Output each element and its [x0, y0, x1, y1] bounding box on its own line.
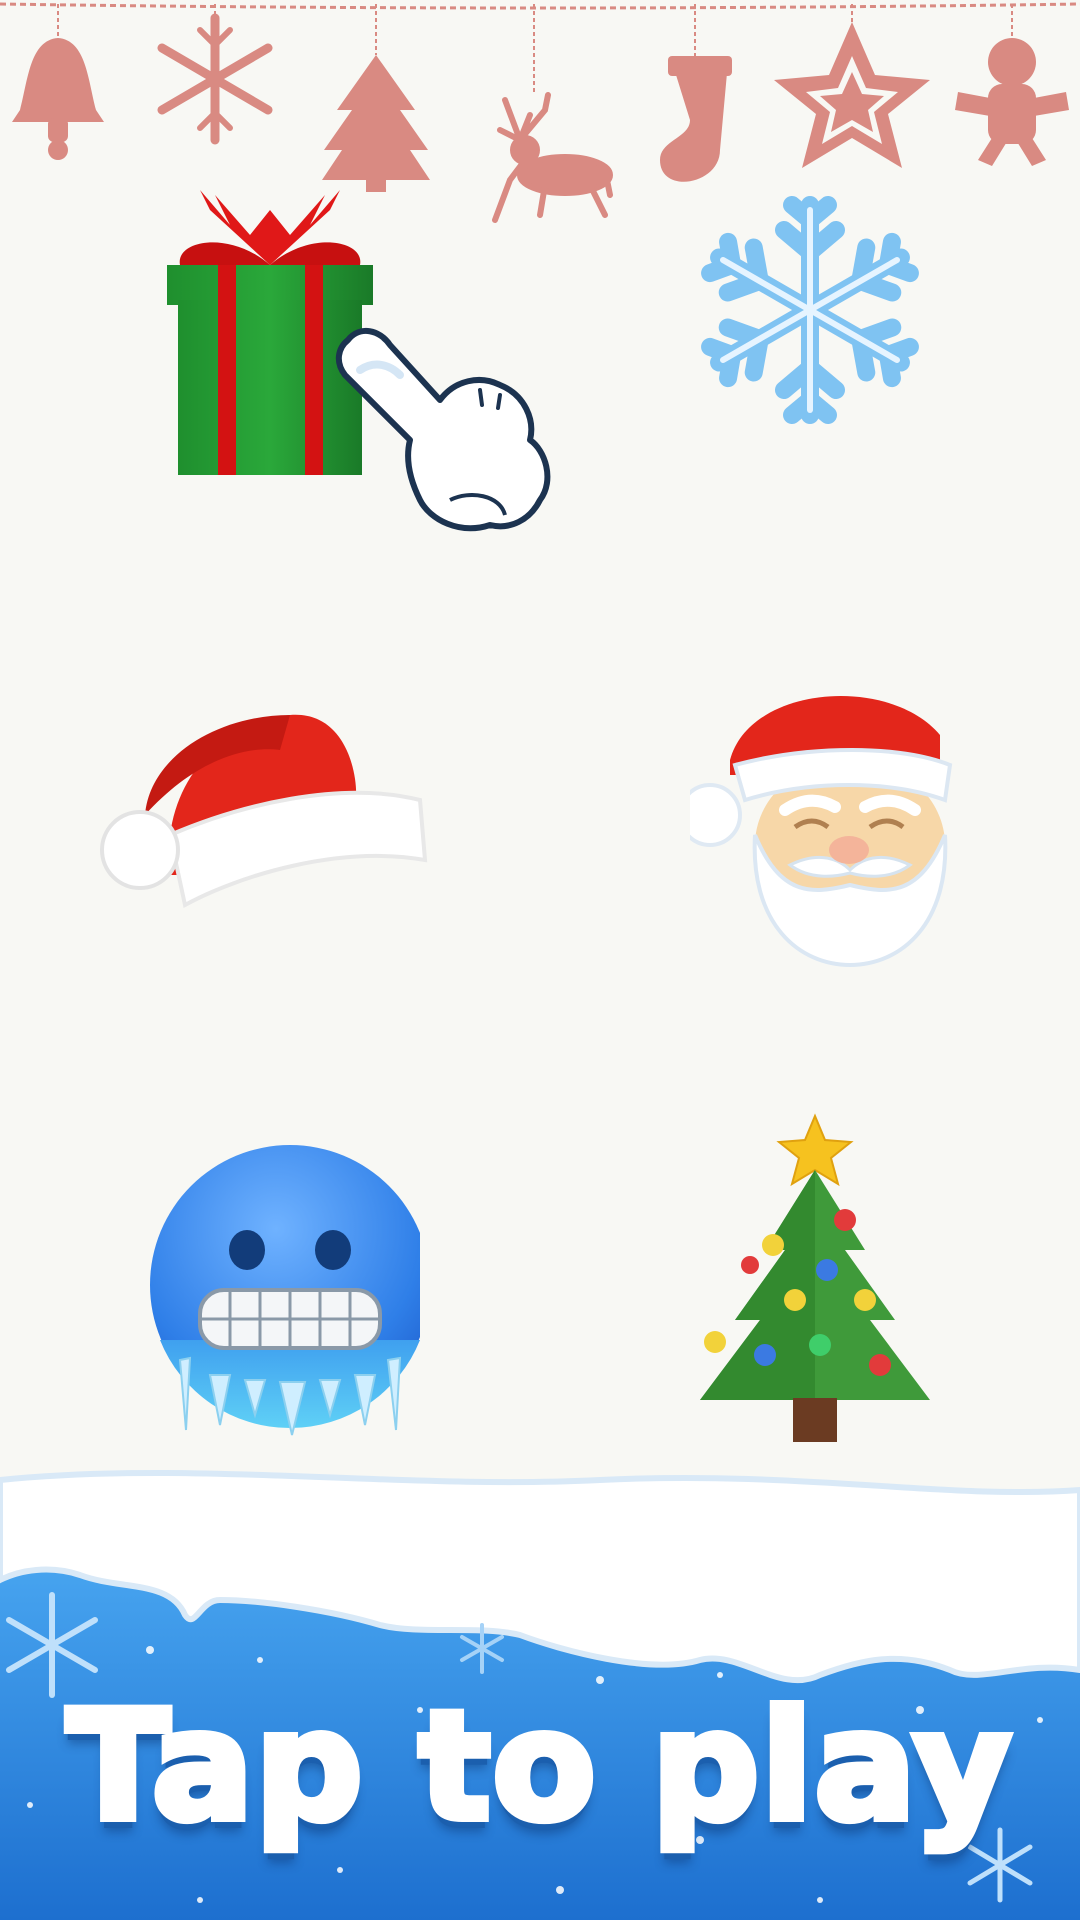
tile-gift[interactable]	[100, 160, 440, 500]
snowflake-icon	[680, 196, 940, 440]
santa-face-icon	[690, 696, 953, 968]
reindeer-icon	[492, 92, 613, 223]
tile-christmas-tree[interactable]	[645, 1110, 985, 1450]
tile-snowflake[interactable]	[640, 140, 980, 480]
tap-to-play-button[interactable]: Tap to play	[0, 1676, 1080, 1858]
tile-santa-face[interactable]	[670, 650, 1010, 990]
gift-icon	[167, 190, 373, 475]
tile-cold-face[interactable]	[100, 1120, 440, 1460]
tile-santa-hat[interactable]	[90, 640, 430, 980]
cold-face-icon	[150, 1145, 420, 1436]
bell-icon	[12, 38, 104, 160]
christmas-tree-icon	[700, 1113, 930, 1442]
snowflake-icon	[157, 13, 273, 145]
santa-hat-icon	[100, 714, 428, 909]
